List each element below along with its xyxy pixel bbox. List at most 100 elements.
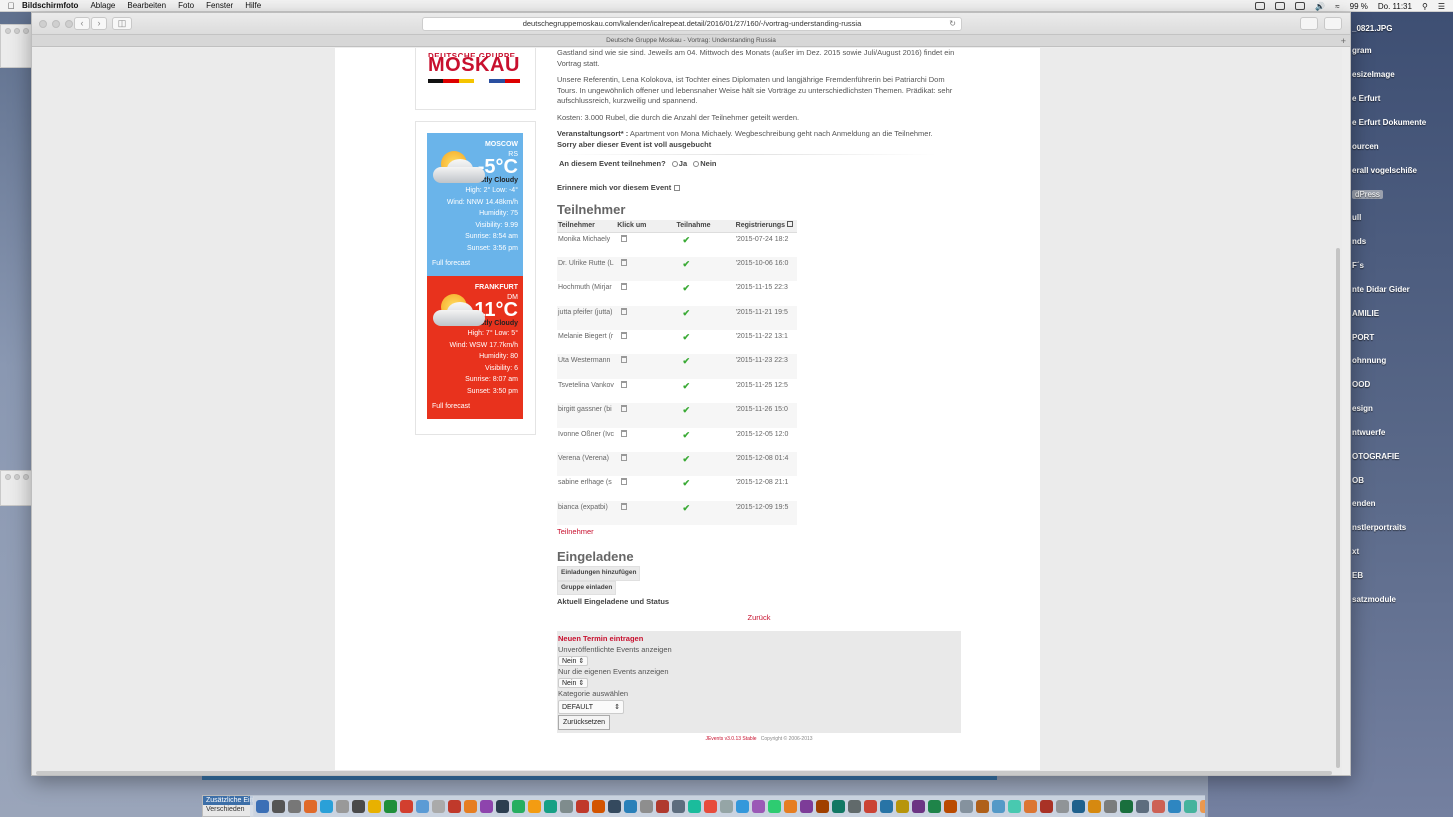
dock-app-icon[interactable]: [720, 800, 733, 813]
trash-icon[interactable]: [621, 429, 628, 437]
dock-app-icon[interactable]: [816, 800, 829, 813]
forward-button[interactable]: ›: [91, 17, 107, 30]
column-header[interactable]: Klick um: [616, 219, 676, 233]
dock-app-icon[interactable]: [1072, 800, 1085, 813]
share-button[interactable]: [1300, 17, 1318, 30]
dock-app-icon[interactable]: [736, 800, 749, 813]
dock-app-icon[interactable]: [672, 800, 685, 813]
desktop-folder-label[interactable]: dPress: [1352, 190, 1383, 199]
dock-app-icon[interactable]: [352, 800, 365, 813]
desktop-folder-label[interactable]: F´s: [1352, 261, 1364, 270]
dock-app-icon[interactable]: [624, 800, 637, 813]
wifi-icon[interactable]: ≈: [1335, 2, 1339, 11]
dock-app-icon[interactable]: [400, 800, 413, 813]
desktop-folder-label[interactable]: esign: [1352, 404, 1373, 413]
dock-app-icon[interactable]: [976, 800, 989, 813]
dock-app-icon[interactable]: [560, 800, 573, 813]
desktop-folder-label[interactable]: e Erfurt Dokumente: [1352, 118, 1426, 127]
desktop-folder-label[interactable]: PORT: [1352, 333, 1374, 342]
status-icon[interactable]: [1275, 2, 1286, 10]
dock-app-icon[interactable]: [432, 800, 445, 813]
tabs-button[interactable]: [1324, 17, 1342, 30]
trash-icon[interactable]: [621, 478, 628, 486]
battery-status[interactable]: 99 %: [1350, 2, 1368, 11]
dock-app-icon[interactable]: [832, 800, 845, 813]
menu-app[interactable]: Bildschirmfoto: [22, 1, 78, 10]
dock-app-icon[interactable]: [688, 800, 701, 813]
dock-app-icon[interactable]: [1088, 800, 1101, 813]
reset-button[interactable]: Zurücksetzen: [558, 715, 611, 730]
new-tab-icon[interactable]: +: [1341, 35, 1346, 47]
column-header[interactable]: Teilnahme: [675, 219, 735, 233]
desktop-folder-label[interactable]: e Erfurt: [1352, 94, 1380, 103]
clock[interactable]: Do. 11:31: [1378, 2, 1412, 11]
sidebar-button[interactable]: ◫: [112, 17, 132, 30]
dock-app-icon[interactable]: [1104, 800, 1117, 813]
reload-icon[interactable]: ↻: [949, 18, 956, 30]
dock-app-icon[interactable]: [848, 800, 861, 813]
desktop-folder-label[interactable]: OOD: [1352, 380, 1370, 389]
logo[interactable]: MOSKAU: [428, 54, 520, 77]
desktop-folder-label[interactable]: EB: [1352, 571, 1363, 580]
dock-app-icon[interactable]: [1024, 800, 1037, 813]
dock-app-icon[interactable]: [864, 800, 877, 813]
trash-icon[interactable]: [621, 380, 628, 388]
dock-app-icon[interactable]: [608, 800, 621, 813]
menu-fenster[interactable]: Fenster: [206, 1, 233, 10]
unpublished-select[interactable]: Nein ⇕: [558, 656, 589, 666]
desktop-folder-label[interactable]: nte Didar Gider: [1352, 285, 1410, 294]
dock-app-icon[interactable]: [1200, 800, 1205, 813]
desktop-folder-label[interactable]: OTOGRAFIE: [1352, 452, 1399, 461]
desktop-folder-label[interactable]: erall vogelschiße: [1352, 166, 1417, 175]
dock-app-icon[interactable]: [272, 800, 285, 813]
dock-app-icon[interactable]: [752, 800, 765, 813]
desktop-folder-label[interactable]: ntwuerfe: [1352, 428, 1385, 437]
dock-app-icon[interactable]: [1008, 800, 1021, 813]
dock-app-icon[interactable]: [464, 800, 477, 813]
dock-app-icon[interactable]: [336, 800, 349, 813]
attend-no-radio[interactable]: [693, 161, 700, 168]
menu-foto[interactable]: Foto: [178, 1, 194, 10]
dock-app-icon[interactable]: [656, 800, 669, 813]
dock-app-icon[interactable]: [640, 800, 653, 813]
invite-group-button[interactable]: Gruppe einladen: [557, 580, 617, 596]
background-window[interactable]: [0, 24, 32, 68]
dock-app-icon[interactable]: [944, 800, 957, 813]
desktop-folder-label[interactable]: ohnnung: [1352, 356, 1386, 365]
column-header[interactable]: Registrierungs: [734, 219, 797, 233]
background-window[interactable]: [0, 470, 32, 506]
category-select[interactable]: DEFAULT ⇕: [558, 700, 624, 714]
desktop-folder-label[interactable]: ourcen: [1352, 142, 1379, 151]
back-link[interactable]: Zurück: [557, 613, 961, 624]
trash-icon[interactable]: [621, 332, 628, 340]
dock-app-icon[interactable]: [800, 800, 813, 813]
attend-yes-radio[interactable]: [671, 161, 678, 168]
remind-checkbox[interactable]: [674, 184, 681, 191]
close-button[interactable]: [39, 20, 47, 28]
dock-app-icon[interactable]: [304, 800, 317, 813]
horizontal-scrollbar[interactable]: [36, 771, 1332, 775]
desktop-folder-label[interactable]: xt: [1352, 547, 1359, 556]
dock-app-icon[interactable]: [592, 800, 605, 813]
tab-title[interactable]: Deutsche Gruppe Moskau - Vortrag: Unders…: [606, 37, 776, 44]
dock-app-icon[interactable]: [1040, 800, 1053, 813]
dock-app-icon[interactable]: [1184, 800, 1197, 813]
add-invitations-button[interactable]: Einladungen hinzufügen: [557, 566, 641, 581]
dock-app-icon[interactable]: [704, 800, 717, 813]
dock-app-icon[interactable]: [912, 800, 925, 813]
dock-app-icon[interactable]: [1168, 800, 1181, 813]
dock-app-icon[interactable]: [544, 800, 557, 813]
dock-app-icon[interactable]: [320, 800, 333, 813]
menu-bearbeiten[interactable]: Bearbeiten: [127, 1, 166, 10]
full-forecast-link[interactable]: Full forecast: [432, 258, 470, 270]
trash-icon[interactable]: [621, 502, 628, 510]
dock-app-icon[interactable]: [992, 800, 1005, 813]
dock-app-icon[interactable]: [784, 800, 797, 813]
dock-app-icon[interactable]: [1056, 800, 1069, 813]
notification-icon[interactable]: ☰: [1438, 2, 1445, 11]
desktop-folder-label[interactable]: OB: [1352, 476, 1364, 485]
spotlight-icon[interactable]: ⚲: [1422, 2, 1428, 11]
dock-app-icon[interactable]: [960, 800, 973, 813]
menu-hilfe[interactable]: Hilfe: [245, 1, 261, 10]
dock-app-icon[interactable]: [384, 800, 397, 813]
